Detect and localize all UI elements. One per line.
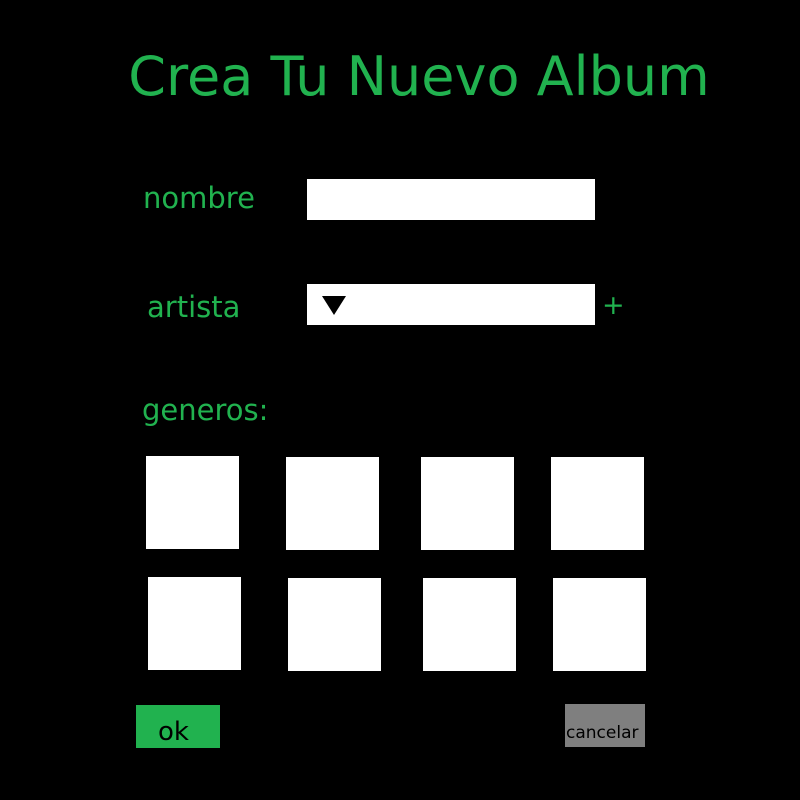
genre-tile[interactable]	[146, 456, 239, 549]
page-title: Crea Tu Nuevo Album	[128, 45, 710, 108]
genre-tile[interactable]	[286, 457, 379, 550]
cancel-button[interactable]: cancelar	[565, 704, 645, 747]
ok-button[interactable]: ok	[136, 705, 220, 748]
generos-label: generos:	[142, 393, 269, 427]
nombre-input[interactable]	[307, 179, 595, 220]
add-artista-button[interactable]: +	[602, 290, 625, 322]
genre-tile[interactable]	[553, 578, 646, 671]
genre-tile[interactable]	[288, 578, 381, 671]
genre-tile[interactable]	[423, 578, 516, 671]
artista-dropdown[interactable]	[307, 284, 595, 325]
nombre-label: nombre	[143, 181, 255, 215]
genre-tile[interactable]	[421, 457, 514, 550]
triangle-down-icon	[322, 296, 346, 315]
genre-tile[interactable]	[148, 577, 241, 670]
genre-tile[interactable]	[551, 457, 644, 550]
artista-label: artista	[147, 290, 241, 324]
